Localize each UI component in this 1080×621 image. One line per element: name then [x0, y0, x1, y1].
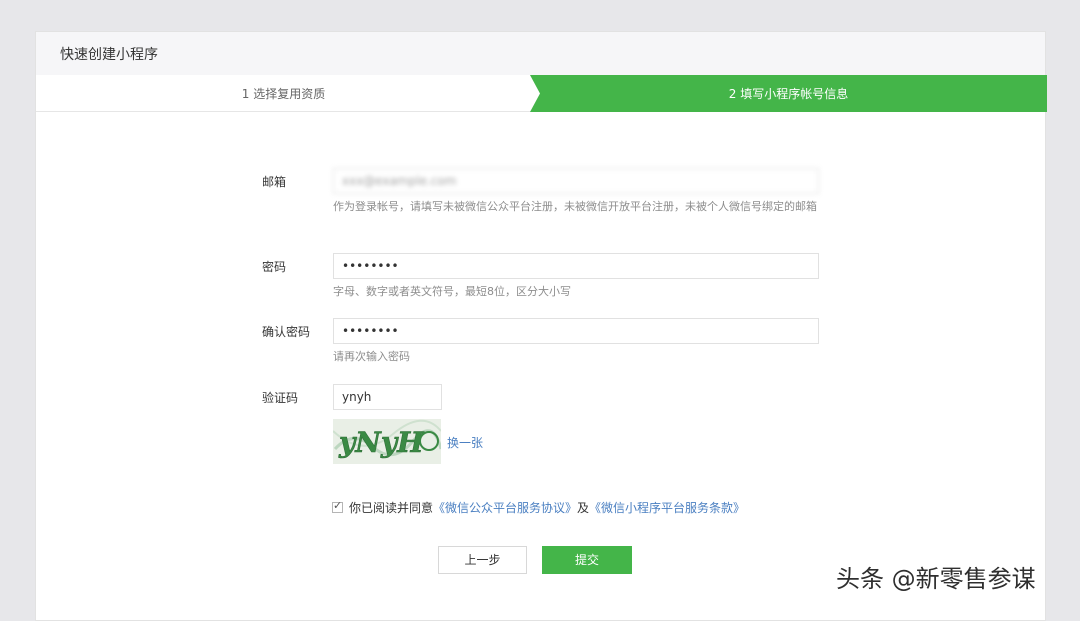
confirm-password-label: 确认密码 — [262, 325, 311, 339]
agreement-prefix: 你已阅读并同意 — [349, 501, 434, 515]
confirm-password-field[interactable]: •••••••• — [333, 318, 819, 344]
panel-header: 快速创建小程序 — [36, 32, 1045, 76]
check-icon: ✓ — [333, 499, 343, 512]
step-1-label: 1 选择复用资质 — [241, 87, 326, 101]
prev-step-button[interactable]: 上一步 — [438, 546, 527, 574]
email-label: 邮箱 — [262, 175, 287, 189]
captcha-input[interactable]: ynyh — [333, 384, 442, 410]
captcha-image[interactable]: yNyH — [333, 419, 441, 464]
refresh-captcha-link[interactable]: 换一张 — [447, 434, 483, 451]
step-2-label: 2 填写小程序帐号信息 — [728, 87, 849, 101]
watermark-text: 头条 @新零售参谋 — [836, 565, 1036, 593]
step-indicator: 1 选择复用资质 2 填写小程序帐号信息 — [36, 75, 1047, 112]
confirm-password-hint: 请再次输入密码 — [333, 350, 410, 363]
password-field[interactable]: •••••••• — [333, 253, 819, 279]
agreement-row: ✓ 你已阅读并同意 《微信公众平台服务协议》 及 《微信小程序平台服务条款》 — [332, 499, 745, 516]
password-hint: 字母、数字或者英文符号，最短8位，区分大小写 — [333, 285, 571, 298]
step-2-active: 2 填写小程序帐号信息 — [530, 75, 1047, 112]
agreement-and: 及 — [577, 501, 590, 515]
email-hint: 作为登录帐号，请填写未被微信公众平台注册，未被微信开放平台注册，未被个人微信号绑… — [333, 200, 817, 213]
service-agreement-link[interactable]: 《微信公众平台服务协议》 — [433, 499, 577, 516]
miniprogram-terms-link[interactable]: 《微信小程序平台服务条款》 — [589, 499, 745, 516]
submit-button[interactable]: 提交 — [542, 546, 632, 574]
email-field[interactable]: xxx@example.com — [333, 168, 819, 194]
agreement-checkbox[interactable]: ✓ — [332, 499, 343, 513]
captcha-label: 验证码 — [262, 391, 299, 405]
captcha-text: yNyH — [338, 426, 425, 459]
password-label: 密码 — [262, 260, 287, 274]
create-miniprogram-panel: 快速创建小程序 1 选择复用资质 2 填写小程序帐号信息 邮箱 xxx@exam… — [35, 31, 1047, 621]
page-title: 快速创建小程序 — [60, 47, 158, 63]
